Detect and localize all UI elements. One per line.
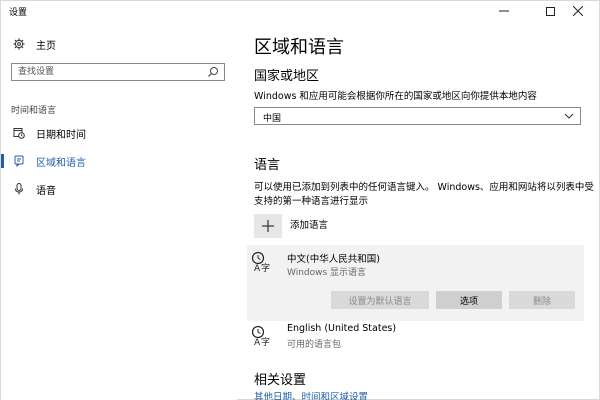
country-description: Windows 和应用可能会根据你所在的国家或地区向你提供本地内容 [254, 91, 537, 102]
sidebar-item-date-time[interactable]: 日期和时间 [1, 122, 237, 144]
remove-button[interactable]: 删除 [509, 291, 575, 309]
options-button[interactable]: 选项 [436, 291, 502, 309]
language-list-item[interactable]: A 字 English (United States) 可用的语言包 [247, 321, 584, 357]
language-heading: 语言 [254, 158, 281, 173]
microphone-icon [15, 183, 23, 195]
minimize-icon [499, 10, 509, 12]
language-name: 中文(中华人民共和国) [287, 254, 380, 265]
svg-text:A: A [254, 338, 261, 347]
close-icon [573, 6, 583, 16]
svg-text:A: A [254, 264, 261, 273]
search-field[interactable] [11, 63, 225, 81]
country-dropdown[interactable]: 中国 [254, 107, 581, 125]
sidebar-item-region-language[interactable]: 区域和语言 [1, 150, 237, 172]
sidebar-item-speech[interactable]: 语音 [1, 178, 237, 200]
chevron-down-icon [564, 113, 574, 119]
related-settings-heading: 相关设置 [254, 373, 307, 388]
add-language-label: 添加语言 [290, 220, 329, 231]
settings-window: 设置 主页 查找设置 时间和语言 日期和时间 区域和语言 语音 区域和语言 国家… [0, 0, 600, 400]
sidebar-item-label: 日期和时间 [36, 129, 86, 141]
svg-text:字: 字 [261, 262, 270, 273]
sidebar-item-label: 区域和语言 [36, 157, 86, 169]
page-title: 区域和语言 [254, 37, 344, 58]
sidebar-item-label: 主页 [36, 40, 56, 52]
minimize-button[interactable] [481, 1, 527, 21]
language-name: English (United States) [287, 323, 397, 334]
language-icon: A 字 [251, 325, 270, 347]
country-selected-value: 中国 [263, 114, 282, 124]
country-heading: 国家或地区 [254, 69, 320, 84]
language-subtitle: Windows 显示语言 [287, 268, 367, 278]
search-input[interactable] [12, 64, 202, 80]
close-button[interactable] [555, 1, 600, 21]
language-subtitle: 可用的语言包 [287, 340, 342, 350]
add-language-box[interactable] [254, 214, 282, 238]
title-bar: 设置 [1, 1, 600, 21]
other-date-time-region-link[interactable]: 其他日期、时间和区域设置 [254, 389, 368, 400]
plus-icon [262, 220, 274, 232]
search-icon [208, 67, 218, 77]
sidebar: 主页 时间和语言 日期和时间 [1, 21, 237, 400]
region-icon [14, 155, 24, 167]
sidebar-item-home[interactable]: 主页 [13, 37, 56, 52]
main-content: 区域和语言 国家或地区 Windows 和应用可能会根据你所在的国家或地区向你提… [237, 21, 600, 400]
language-icon: A 字 [251, 251, 270, 273]
window-title: 设置 [9, 8, 28, 18]
sidebar-section-title: 时间和语言 [11, 106, 57, 116]
calendar-clock-icon [13, 128, 25, 139]
gear-icon [13, 38, 25, 50]
svg-text:字: 字 [261, 336, 270, 347]
active-indicator [1, 154, 4, 168]
language-description: 可以使用已添加到列表中的任何语言键入。 Windows、应用和网站将以列表中受支… [254, 182, 594, 207]
maximize-icon [545, 6, 555, 16]
set-default-button[interactable]: 设置为默认语言 [331, 291, 429, 309]
sidebar-item-label: 语音 [36, 185, 56, 197]
add-language-button[interactable]: 添加语言 [254, 214, 328, 238]
language-list-item-selected[interactable]: A 字 中文(中华人民共和国) Windows 显示语言 设置为默认语言 选项 … [247, 245, 584, 321]
